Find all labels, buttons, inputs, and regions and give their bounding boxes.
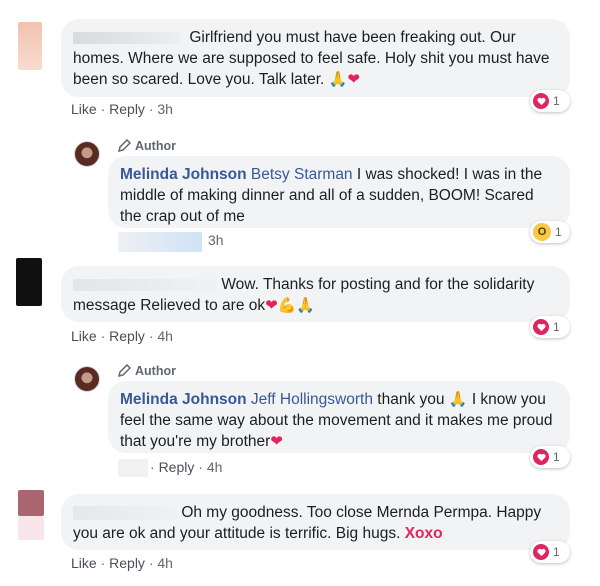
author-label: Author [135,364,176,378]
avatar-blurred [18,22,42,70]
heart-emoji: ❤ [265,296,278,314]
love-reaction-icon [533,449,549,465]
comment-actions: Like · Reply · 4h [71,555,173,571]
muscle-emoji: 💪 [277,296,297,314]
avatar-blurred [18,490,44,516]
comment-actions: Like · Reply · 3h [71,101,173,117]
like-link[interactable]: Like [71,101,97,117]
reaction-summary[interactable]: 1 [530,446,570,468]
highlight-text: Xoxo [404,525,443,542]
pencil-icon [117,139,131,153]
reaction-summary[interactable]: 1 [530,316,570,338]
reaction-summary[interactable]: 1 [530,541,570,563]
reaction-count: 1 [553,320,560,334]
author-badge: Author [117,139,176,153]
redacted-name [73,278,217,291]
like-link[interactable]: Like [71,328,97,344]
heart-emoji: ❤ [270,432,283,450]
comment-actions: Like · Reply · 4h [71,328,173,344]
tagged-user[interactable]: Jeff Hollingsworth [251,391,373,408]
redacted-name [73,31,181,44]
reply-actions: · Reply · 4h [150,459,223,475]
love-reaction-icon [533,319,549,335]
reply-link[interactable]: Reply [159,459,195,475]
pray-emoji: 🙏 [448,390,468,408]
reaction-count: 1 [553,94,560,108]
commenter-name[interactable]: Melinda Johnson [120,166,247,183]
like-link[interactable]: Like [71,555,97,571]
comment-bubble: Girlfriend you must have been freaking o… [61,19,570,97]
reaction-summary[interactable]: 1 [530,90,570,112]
heart-emoji: ❤ [347,70,360,88]
reaction-count: 1 [555,225,562,239]
reply-link[interactable]: Reply [109,101,145,117]
timestamp[interactable]: 3h [157,101,173,117]
commenter-name[interactable]: Melinda Johnson [120,391,247,408]
redacted-name [73,505,177,520]
avatar-blurred-lower [18,516,44,540]
timestamp[interactable]: 4h [157,328,173,344]
author-label: Author [135,139,176,153]
timestamp[interactable]: 4h [157,555,173,571]
reaction-count: 1 [553,545,560,559]
comment-text: thank you [377,391,445,408]
love-reaction-icon [533,544,549,560]
timestamp[interactable]: 3h [208,232,224,248]
reaction-count: 1 [553,450,560,464]
tagged-user[interactable]: Betsy Starman [251,166,353,183]
reply-bubble: Melinda Johnson Jeff Hollingsworth thank… [108,381,570,453]
reply-link[interactable]: Reply [109,555,145,571]
comment-bubble: Wow. Thanks for posting and for the soli… [61,266,570,322]
wow-reaction-icon: O [533,223,551,241]
pray-emoji: 🙏 [296,296,316,314]
reply-bubble: Melinda Johnson Betsy Starman I was shoc… [108,156,570,228]
avatar[interactable] [74,141,100,167]
pray-emoji: 🙏 [328,70,348,88]
reply-actions: 3h [208,232,224,248]
author-badge: Author [117,364,176,378]
pencil-icon [117,364,131,378]
avatar[interactable] [74,366,100,392]
love-reaction-icon [533,93,549,109]
redacted-like [118,459,148,477]
comment-bubble: Oh my goodness. Too close Mernda Permpa.… [61,494,570,550]
reply-link[interactable]: Reply [109,328,145,344]
reaction-summary[interactable]: O 1 [530,221,570,243]
timestamp[interactable]: 4h [207,459,223,475]
redacted-actions [118,232,202,252]
avatar-blurred [16,258,42,306]
